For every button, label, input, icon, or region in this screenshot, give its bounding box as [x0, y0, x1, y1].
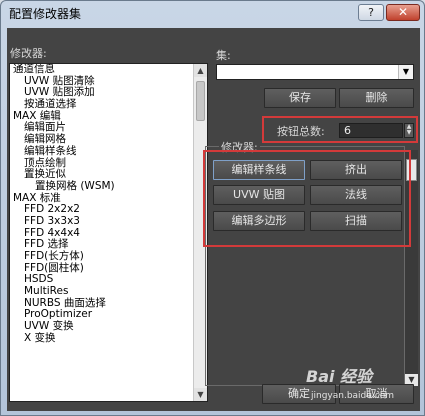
dialog-window: 配置修改器集 ? ✕ 修改器: 通道信息 UVW 贴图清除 UVW 贴图添加 按通道选…: [0, 0, 425, 416]
window-title: 配置修改器集: [9, 7, 82, 21]
scroll-up-icon[interactable]: ▲: [194, 64, 207, 77]
close-button[interactable]: ✕: [386, 4, 420, 21]
help-button[interactable]: ?: [358, 4, 384, 21]
set-label: 集:: [216, 49, 231, 62]
dialog-body: 修改器: 通道信息 UVW 贴图清除 UVW 贴图添加 按通道选择 MAX 编辑 编辑面片…: [7, 28, 420, 411]
modifier-button-6[interactable]: 扫描: [310, 211, 402, 231]
set-dropdown[interactable]: ▼: [216, 64, 414, 80]
modifiers-group-label: 修改器:: [219, 139, 260, 155]
modifier-button-3[interactable]: UVW 贴图: [213, 185, 305, 205]
modifiers-scroll-thumb[interactable]: [406, 159, 417, 181]
modifier-button-2[interactable]: 挤出: [310, 160, 402, 180]
list-item[interactable]: 编辑样条线: [10, 145, 195, 158]
scroll-down-icon[interactable]: ▼: [194, 388, 207, 401]
title-bar[interactable]: 配置修改器集 ? ✕: [1, 1, 424, 27]
modifiers-list-label: 修改器:: [10, 47, 47, 60]
scroll-thumb[interactable]: [196, 81, 205, 121]
list-item[interactable]: 置换网格 (WSM): [10, 180, 195, 193]
chevron-down-icon[interactable]: ▼: [398, 65, 413, 79]
list-item[interactable]: X 变换: [10, 332, 195, 345]
list-item[interactable]: 通道信息: [10, 64, 195, 76]
save-button[interactable]: 保存: [264, 88, 336, 108]
list-item[interactable]: FFD(长方体): [10, 250, 195, 263]
modifier-button-4[interactable]: 法线: [310, 185, 402, 205]
list-item[interactable]: 按通道选择: [10, 98, 195, 111]
button-count-input[interactable]: 6: [339, 123, 403, 138]
modifiers-group: [205, 146, 405, 386]
list-item[interactable]: FFD 3x3x3: [10, 215, 195, 228]
modifiers-scrollbar[interactable]: ▼: [405, 150, 418, 386]
modifier-list[interactable]: 通道信息 UVW 贴图清除 UVW 贴图添加 按通道选择 MAX 编辑 编辑面片 编辑网格编…: [9, 63, 208, 402]
delete-button[interactable]: 删除: [339, 88, 414, 108]
modifier-button-5[interactable]: 编辑多边形: [213, 211, 305, 231]
watermark-logo: Bai 经验: [306, 367, 373, 386]
list-item[interactable]: MultiRes: [10, 285, 195, 298]
button-count-label: 按钮总数:: [277, 125, 325, 138]
watermark-url: jingyan.baidu.com: [311, 391, 395, 401]
spinner-arrows-icon[interactable]: ▲ ▼: [404, 123, 414, 138]
modifier-list-items: 通道信息 UVW 贴图清除 UVW 贴图添加 按通道选择 MAX 编辑 编辑面片 编辑网格编…: [10, 64, 195, 345]
modifier-button-1[interactable]: 编辑样条线: [213, 160, 305, 180]
